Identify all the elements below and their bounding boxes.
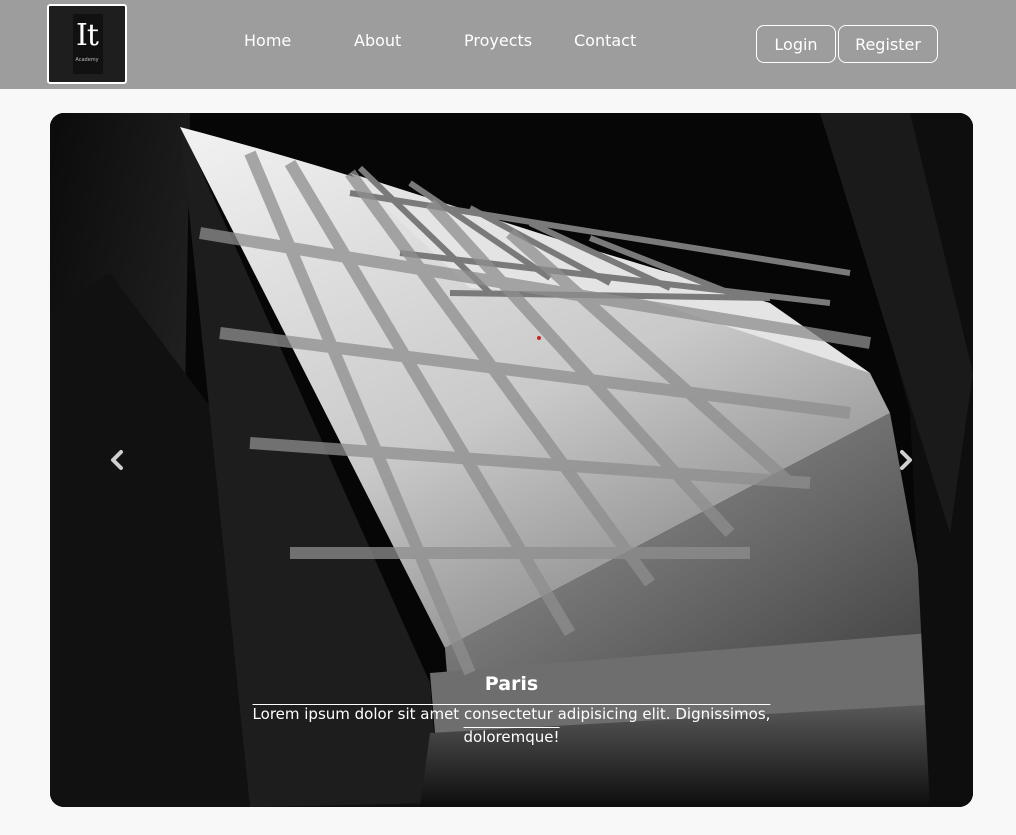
register-button[interactable]: Register	[838, 25, 938, 63]
chevron-left-icon	[111, 450, 123, 470]
chevron-right-icon	[900, 450, 912, 470]
navbar: It Academy Home About Proyects Contact L…	[0, 0, 1016, 89]
carousel-caption: Paris Lorem ipsum dolor sit amet consect…	[50, 673, 973, 749]
caption-title: Paris	[484, 673, 539, 695]
nav-link-home[interactable]: Home	[244, 31, 291, 50]
image-carousel: Paris Lorem ipsum dolor sit amet consect…	[50, 113, 973, 807]
caption-text: Lorem ipsum dolor sit amet consectetur a…	[252, 705, 771, 746]
carousel-prev-button[interactable]	[102, 448, 132, 472]
logo[interactable]: It Academy	[47, 4, 127, 84]
nav-link-about[interactable]: About	[354, 31, 401, 50]
nav-link-contact[interactable]: Contact	[574, 31, 636, 50]
logo-text: It	[76, 18, 99, 53]
logo-subtext: Academy	[75, 57, 99, 63]
carousel-next-button[interactable]	[891, 448, 921, 472]
login-button[interactable]: Login	[756, 25, 836, 63]
nav-link-proyects[interactable]: Proyects	[464, 31, 532, 50]
